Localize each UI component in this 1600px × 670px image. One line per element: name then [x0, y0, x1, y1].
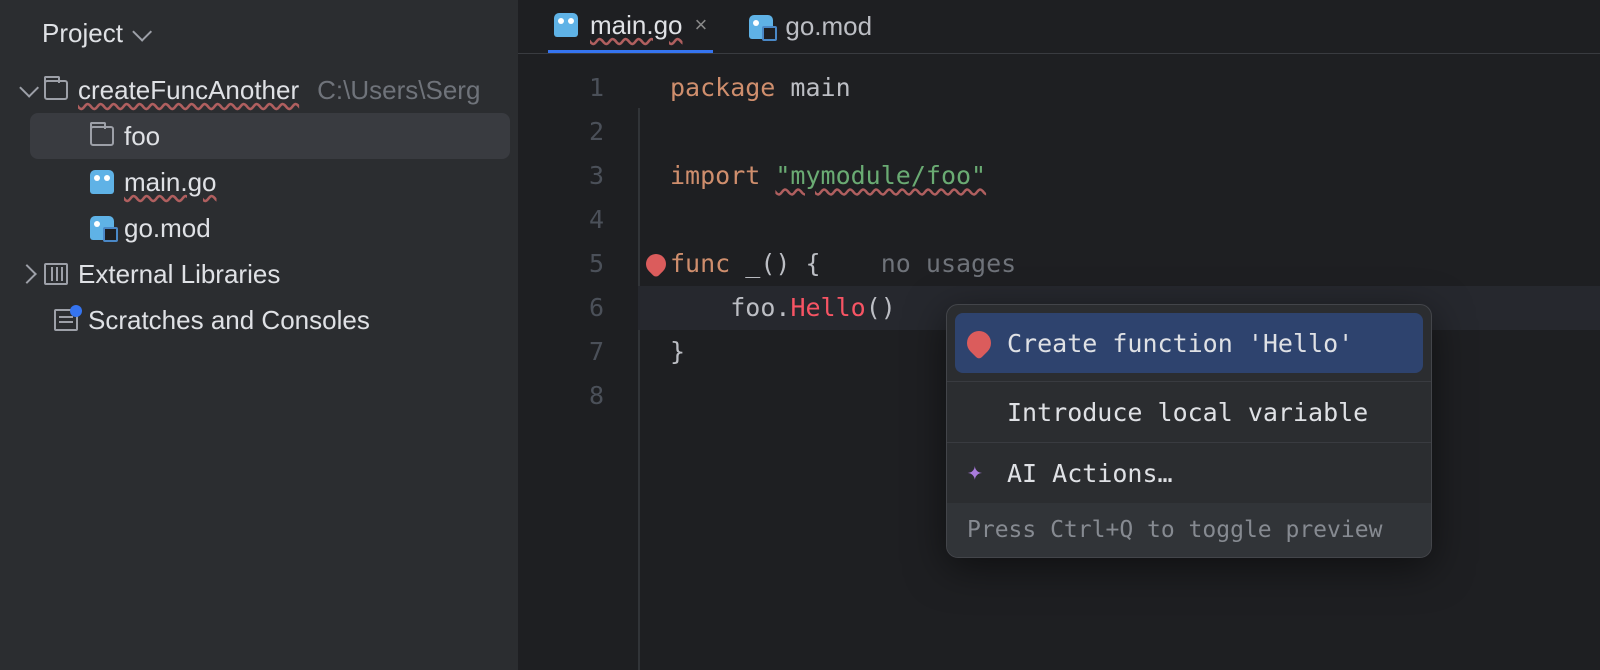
code-line[interactable]: import "mymodule/foo" — [638, 154, 1600, 198]
project-title: Project — [42, 18, 123, 49]
tree-label: foo — [124, 121, 160, 152]
tree-item-foo[interactable]: foo — [30, 113, 510, 159]
intention-ai-actions[interactable]: AI Actions… — [947, 443, 1431, 503]
tab-main-go[interactable]: main.go × — [548, 0, 713, 53]
usage-hint[interactable]: no usages — [881, 249, 1016, 278]
tree-item-go-mod[interactable]: go.mod — [0, 205, 518, 251]
tree-root[interactable]: createFuncAnother C:\Users\Serg — [0, 67, 518, 113]
tab-label: go.mod — [785, 11, 872, 42]
gutter: 1 2 3 4 5 6 7 8 — [518, 54, 638, 670]
chevron-right-icon[interactable] — [17, 264, 37, 284]
tree-label: createFuncAnother — [78, 75, 299, 106]
project-header[interactable]: Project — [0, 10, 518, 67]
line-number[interactable]: 4 — [518, 198, 638, 242]
go-mod-icon — [90, 216, 114, 240]
editor-tabs: main.go × go.mod — [518, 0, 1600, 54]
code-content[interactable]: package main import "mymodule/foo" func … — [638, 54, 1600, 670]
tree-label: Scratches and Consoles — [88, 305, 370, 336]
line-number[interactable]: 5 — [518, 242, 638, 286]
folder-icon — [90, 126, 114, 146]
line-number[interactable]: 8 — [518, 374, 638, 418]
tree-scratches[interactable]: Scratches and Consoles — [0, 297, 518, 343]
tab-go-mod[interactable]: go.mod — [743, 0, 878, 53]
close-icon[interactable]: × — [695, 12, 708, 38]
go-file-icon — [554, 13, 578, 37]
tree-item-main-go[interactable]: main.go — [0, 159, 518, 205]
tree-label: go.mod — [124, 213, 211, 244]
quickfix-bulb-icon — [962, 326, 996, 360]
code-line[interactable]: func _() { no usages — [638, 242, 1600, 286]
folder-icon — [44, 80, 68, 100]
code-line[interactable]: package main — [638, 66, 1600, 110]
intention-label: AI Actions… — [1007, 459, 1173, 488]
scratches-icon — [54, 309, 78, 331]
intention-create-function[interactable]: Create function 'Hello' — [955, 313, 1423, 373]
project-tree: createFuncAnother C:\Users\Serg foo main… — [0, 67, 518, 343]
intention-label: Introduce local variable — [1007, 398, 1368, 427]
intention-label: Create function 'Hello' — [1007, 329, 1353, 358]
go-file-icon — [90, 170, 114, 194]
line-number[interactable]: 7 — [518, 330, 638, 374]
popup-footer-hint: Press Ctrl+Q to toggle preview — [947, 503, 1431, 557]
tree-external-libraries[interactable]: External Libraries — [0, 251, 518, 297]
tree-label: main.go — [124, 167, 217, 198]
intention-popup: Create function 'Hello' Introduce local … — [946, 304, 1432, 558]
go-mod-icon — [749, 15, 773, 39]
project-tool-window: Project createFuncAnother C:\Users\Serg … — [0, 0, 518, 670]
ai-sparkle-icon — [967, 461, 991, 485]
intention-introduce-variable[interactable]: Introduce local variable — [947, 382, 1431, 442]
editor-area: main.go × go.mod 1 2 3 4 5 6 7 8 package… — [518, 0, 1600, 670]
line-number[interactable]: 6 — [518, 286, 638, 330]
line-number[interactable]: 1 — [518, 66, 638, 110]
code-editor[interactable]: 1 2 3 4 5 6 7 8 package main import "mym… — [518, 54, 1600, 670]
code-line[interactable] — [638, 110, 1600, 154]
line-number[interactable]: 3 — [518, 154, 638, 198]
line-number[interactable]: 2 — [518, 110, 638, 154]
tree-path: C:\Users\Serg — [317, 75, 480, 106]
chevron-down-icon[interactable] — [19, 78, 39, 98]
tab-label: main.go — [590, 10, 683, 41]
tree-label: External Libraries — [78, 259, 280, 290]
chevron-down-icon — [132, 21, 152, 41]
library-icon — [44, 263, 68, 285]
code-line[interactable] — [638, 198, 1600, 242]
